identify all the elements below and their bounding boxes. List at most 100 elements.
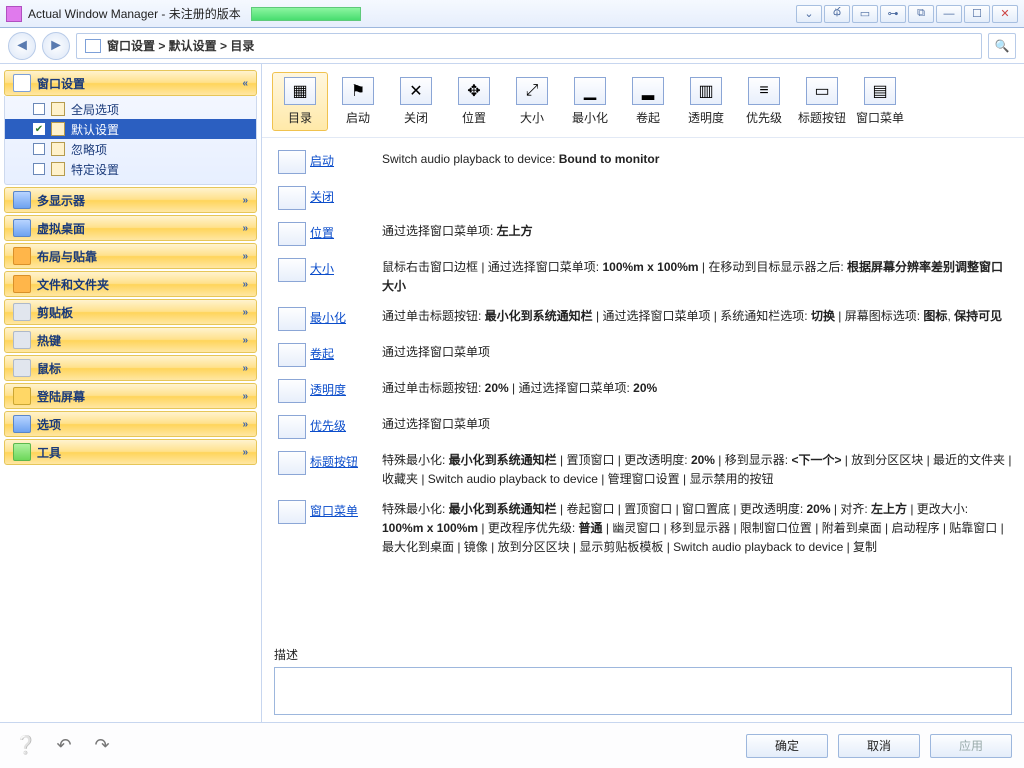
toolbar-优先级[interactable]: ≡优先级 <box>736 72 792 131</box>
summary-text: 特殊最小化: 最小化到系统通知栏 | 置顶窗口 | 更改透明度: 20% | 移… <box>382 451 1012 488</box>
sidebar-item-3[interactable]: 特定设置 <box>5 159 256 179</box>
extra-button-3[interactable]: ▭ <box>852 5 878 23</box>
redo-icon[interactable]: ↷ <box>88 734 116 758</box>
sidebar-group-label: 多显示器 <box>37 192 85 209</box>
checkbox-icon[interactable]: ✔ <box>33 123 45 135</box>
nav-forward-button[interactable]: ► <box>42 32 70 60</box>
toolbar-icon: ▭ <box>806 77 838 105</box>
minimize-button[interactable]: — <box>936 5 962 23</box>
maximize-button[interactable]: ☐ <box>964 5 990 23</box>
sidebar-group-2[interactable]: 虚拟桌面» <box>4 215 257 241</box>
summary-link[interactable]: 卷起 <box>310 343 382 362</box>
toolbar-label: 启动 <box>346 109 370 126</box>
toolbar-大小[interactable]: ⤢大小 <box>504 72 560 131</box>
search-button[interactable]: 🔍 <box>988 33 1016 59</box>
checkbox-icon[interactable] <box>33 103 45 115</box>
extra-button-5[interactable]: ⧉ <box>908 5 934 23</box>
summary-text: 通过单击标题按钮: 最小化到系统通知栏 | 通过选择窗口菜单项 | 系统通知栏选… <box>382 307 1012 326</box>
sidebar-group-5[interactable]: 剪贴板» <box>4 299 257 325</box>
sidebar-item-1[interactable]: ✔ 默认设置 <box>5 119 256 139</box>
summary-link[interactable]: 窗口菜单 <box>310 500 382 519</box>
nav-back-button[interactable]: ◄ <box>8 32 36 60</box>
bottom-bar: ❔ ↶ ↷ 确定 取消 应用 <box>0 722 1024 768</box>
toolbar-label: 大小 <box>520 109 544 126</box>
sidebar-group-label: 鼠标 <box>37 360 61 377</box>
sidebar-group-6[interactable]: 热键» <box>4 327 257 353</box>
summary-link[interactable]: 启动 <box>310 150 382 169</box>
help-icon[interactable]: ❔ <box>12 734 40 758</box>
sidebar-group-label: 登陆屏幕 <box>37 388 85 405</box>
ok-button[interactable]: 确定 <box>746 734 828 758</box>
toolbar-icon: ✥ <box>458 77 490 105</box>
sidebar-item-label: 默认设置 <box>71 121 119 138</box>
close-button[interactable]: ✕ <box>992 5 1018 23</box>
sidebar-group-7[interactable]: 鼠标» <box>4 355 257 381</box>
sidebar-group-8[interactable]: 登陆屏幕» <box>4 383 257 409</box>
breadcrumb-icon <box>85 39 101 53</box>
sidebar-group-4[interactable]: 文件和文件夹» <box>4 271 257 297</box>
toolbar-icon: ▂ <box>632 77 664 105</box>
sidebar-item-0[interactable]: 全局选项 <box>5 99 256 119</box>
summary-row-5: 卷起通过选择窗口菜单项 <box>274 337 1012 373</box>
apply-button[interactable]: 应用 <box>930 734 1012 758</box>
sidebar: 窗口设置«全局选项✔默认设置忽略项特定设置多显示器»虚拟桌面»布局与贴靠»文件和… <box>0 64 262 722</box>
breadcrumb[interactable]: 窗口设置 > 默认设置 > 目录 <box>76 33 982 59</box>
toolbar-最小化[interactable]: ▁最小化 <box>562 72 618 131</box>
summary-link[interactable]: 标题按钮 <box>310 451 382 470</box>
toolbar-目录[interactable]: ▦目录 <box>272 72 328 131</box>
toolbar-label: 透明度 <box>688 109 724 126</box>
extra-button-4[interactable]: ⊶ <box>880 5 906 23</box>
toolbar-透明度[interactable]: ▥ 透明度 <box>678 72 734 131</box>
sidebar-group-label: 布局与贴靠 <box>37 248 97 265</box>
summary-link[interactable]: 透明度 <box>310 379 382 398</box>
summary-icon <box>274 343 310 367</box>
summary-text: 特殊最小化: 最小化到系统通知栏 | 卷起窗口 | 置顶窗口 | 窗口置底 | … <box>382 500 1012 556</box>
undo-icon[interactable]: ↶ <box>50 734 78 758</box>
description-label: 描述 <box>274 646 1012 663</box>
summary-row-7: 优先级通过选择窗口菜单项 <box>274 409 1012 445</box>
summary-text: 通过选择窗口菜单项 <box>382 415 1012 434</box>
summary-link[interactable]: 位置 <box>310 222 382 241</box>
checkbox-icon[interactable] <box>33 163 45 175</box>
sidebar-group-9[interactable]: 选项» <box>4 411 257 437</box>
summary-row-1: 关闭 <box>274 180 1012 216</box>
toolbar-icon: ✕ <box>400 77 432 105</box>
system-buttons: ⌄ థ ▭ ⊶ ⧉ — ☐ ✕ <box>794 5 1018 23</box>
summary-icon <box>274 451 310 475</box>
toolbar-icon: ≡ <box>748 77 780 105</box>
cancel-button[interactable]: 取消 <box>838 734 920 758</box>
sidebar-group-10[interactable]: 工具» <box>4 439 257 465</box>
sidebar-group-label: 文件和文件夹 <box>37 276 109 293</box>
toolbar-icon: ⚑ <box>342 77 374 105</box>
summary-text: 鼠标右击窗口边框 | 通过选择窗口菜单项: 100%m x 100%m | 在移… <box>382 258 1012 295</box>
toolbar-窗口菜单[interactable]: ▤窗口菜单 <box>852 72 908 131</box>
sidebar-item-2[interactable]: 忽略项 <box>5 139 256 159</box>
summary-text: 通过单击标题按钮: 20% | 通过选择窗口菜单项: 20% <box>382 379 1012 398</box>
description-input[interactable] <box>274 667 1012 715</box>
extra-button-1[interactable]: ⌄ <box>796 5 822 23</box>
item-icon <box>51 142 65 156</box>
toolbar-卷起[interactable]: ▂卷起 <box>620 72 676 131</box>
summary-link[interactable]: 关闭 <box>310 186 382 205</box>
extra-button-2[interactable]: థ <box>824 5 850 23</box>
summary-icon <box>274 500 310 524</box>
summary-link[interactable]: 优先级 <box>310 415 382 434</box>
toolbar-label: 目录 <box>288 109 312 126</box>
content-pane: ▦目录⚑启动✕关闭✥位置⤢大小▁最小化▂卷起▥透明度≡优先级▭标题按钮▤窗口菜单… <box>262 64 1024 722</box>
toolbar-启动[interactable]: ⚑ 启动 <box>330 72 386 131</box>
sidebar-group-1[interactable]: 多显示器» <box>4 187 257 213</box>
sidebar-item-label: 全局选项 <box>71 101 119 118</box>
summary-text: 通过选择窗口菜单项: 左上方 <box>382 222 1012 241</box>
summary-row-2: 位置通过选择窗口菜单项: 左上方 <box>274 216 1012 252</box>
summary-link[interactable]: 最小化 <box>310 307 382 326</box>
summary-link[interactable]: 大小 <box>310 258 382 277</box>
item-icon <box>51 122 65 136</box>
checkbox-icon[interactable] <box>33 143 45 155</box>
summary-row-9: 窗口菜单特殊最小化: 最小化到系统通知栏 | 卷起窗口 | 置顶窗口 | 窗口置… <box>274 494 1012 562</box>
toolbar-关闭[interactable]: ✕关闭 <box>388 72 444 131</box>
sidebar-group-3[interactable]: 布局与贴靠» <box>4 243 257 269</box>
toolbar-icon: ▥ <box>690 77 722 105</box>
toolbar-标题按钮[interactable]: ▭标题按钮 <box>794 72 850 131</box>
toolbar-位置[interactable]: ✥位置 <box>446 72 502 131</box>
sidebar-group-0[interactable]: 窗口设置« <box>4 70 257 96</box>
